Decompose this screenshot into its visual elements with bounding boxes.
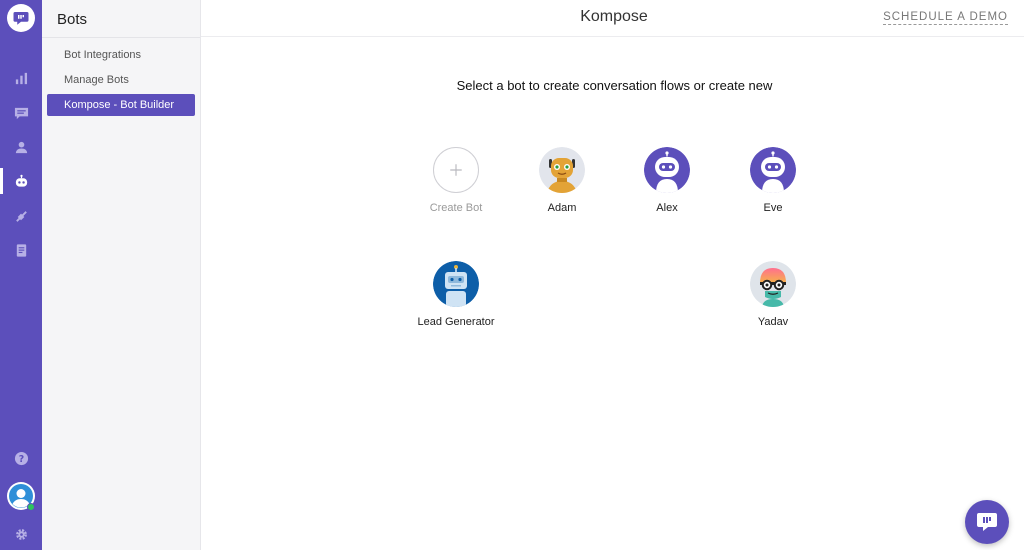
bot-name-yadav: Yadav [757, 316, 789, 328]
bot-name-lead-generator: Lead Generator [417, 316, 495, 328]
chat-launcher-button[interactable] [965, 500, 1009, 544]
users-icon[interactable] [0, 134, 42, 160]
bot-card-lead-generator[interactable]: Lead Generator [406, 261, 506, 328]
robot-purple-icon [750, 147, 796, 193]
chat-bubble-icon [977, 513, 997, 531]
top-header: Kompose SCHEDULE A DEMO [201, 0, 1024, 37]
bot-card-adam[interactable]: Adam [512, 147, 612, 214]
svg-text:?: ? [18, 453, 23, 464]
gear-icon[interactable] [0, 521, 42, 547]
create-bot-card[interactable]: Create Bot [406, 147, 506, 214]
sidebar-item-kompose-bot-builder[interactable]: Kompose - Bot Builder [47, 94, 195, 116]
create-bot-label: Create Bot [429, 202, 483, 214]
robot-purple-icon [644, 147, 690, 193]
bots-sidebar: Bots Bot Integrations Manage Bots Kompos… [42, 0, 201, 550]
bot-card-alex[interactable]: Alex [617, 147, 717, 214]
online-status-dot [27, 503, 35, 511]
bot-card-eve[interactable]: Eve [723, 147, 823, 214]
document-icon[interactable] [0, 237, 42, 263]
schedule-demo-link[interactable]: SCHEDULE A DEMO [883, 11, 1008, 25]
bot-card-yadav[interactable]: Yadav [723, 261, 823, 328]
bot-name-eve: Eve [763, 202, 783, 214]
robot-blue-icon [433, 261, 479, 307]
robot-glasses-icon [750, 261, 796, 307]
help-icon[interactable]: ? [0, 445, 42, 471]
conversations-icon[interactable] [0, 100, 42, 126]
sidebar-item-bot-integrations[interactable]: Bot Integrations [47, 44, 195, 66]
sidebar-title: Bots [57, 11, 88, 28]
bar-chart-icon[interactable] [0, 65, 42, 91]
add-icon[interactable] [433, 147, 479, 193]
sidebar-divider [42, 37, 200, 38]
sidebar-item-manage-bots[interactable]: Manage Bots [47, 69, 195, 91]
bot-name-adam: Adam [547, 202, 577, 214]
bot-name-alex: Alex [656, 202, 678, 214]
bot-icon[interactable] [0, 168, 42, 194]
select-bot-prompt: Select a bot to create conversation flow… [456, 78, 773, 93]
robot-adam-icon [539, 147, 585, 193]
icon-rail: ? [0, 0, 42, 550]
integrations-icon[interactable] [0, 203, 42, 229]
chat-logo-icon[interactable] [7, 4, 35, 32]
